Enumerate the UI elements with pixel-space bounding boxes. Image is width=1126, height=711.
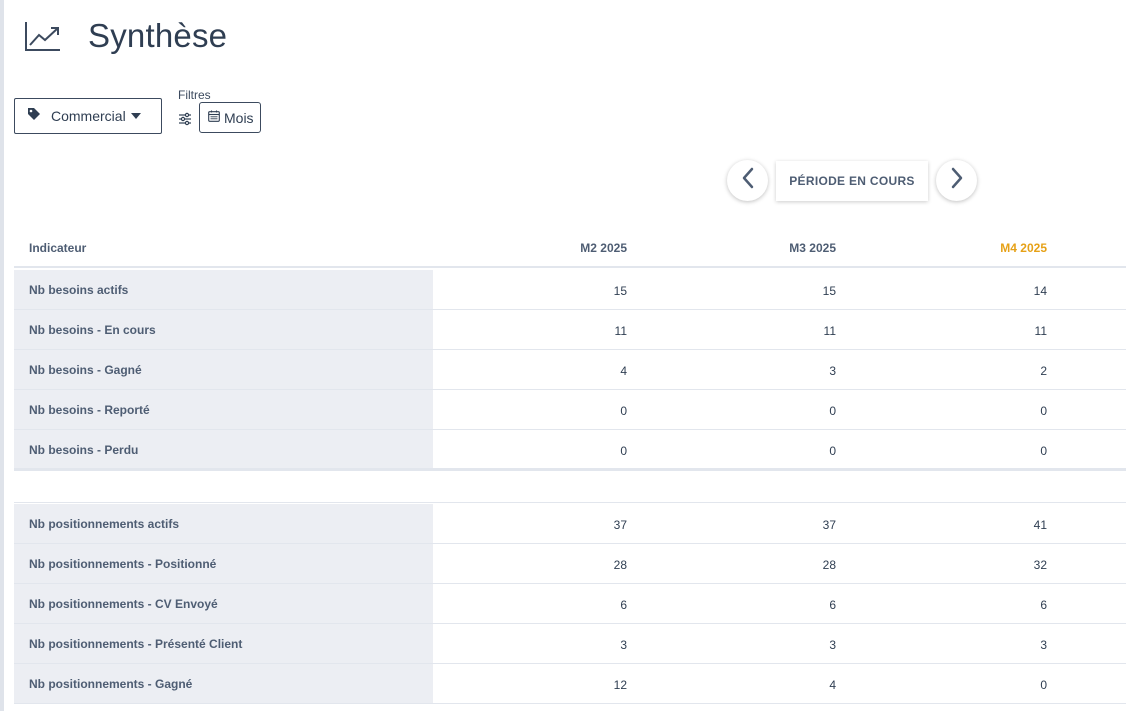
row-label: Nb positionnements - Positionné [14,544,433,583]
table-header: Indicateur M2 2025 M3 2025 M4 2025 [14,228,1126,268]
previous-period-button[interactable] [727,160,768,201]
cell-value: 32 [1033,558,1047,572]
commercial-dropdown-label: Commercial [51,108,126,124]
group-separator [14,502,1126,503]
current-period-button[interactable]: PÉRIODE EN COURS [776,161,928,201]
header-column-m3: M3 2025 [789,241,836,255]
row-label: Nb besoins - En cours [14,310,433,349]
table-row: Nb positionnements - Gagné 12 4 0 [14,664,1126,704]
cell-value: 6 [1040,598,1047,612]
filters-label: Filtres [178,88,211,102]
cell-value: 0 [1040,444,1047,458]
calendar-icon [208,109,220,127]
table-row: Nb positionnements - Présenté Client 3 3… [14,624,1126,664]
chevron-right-icon [950,167,964,194]
sliders-icon[interactable] [178,112,192,126]
month-filter-label: Mois [224,109,254,126]
table-row: Nb positionnements - Positionné 28 28 32 [14,544,1126,584]
table-row: Nb besoins - En cours 11 11 11 [14,310,1126,350]
page-title: Synthèse [88,17,228,54]
commercial-dropdown-button[interactable]: Commercial [14,98,162,134]
row-label: Nb positionnements actifs [14,504,433,543]
cell-value: 6 [829,598,836,612]
table-row: Nb besoins - Perdu 0 0 0 [14,430,1126,470]
cell-value: 12 [613,678,627,692]
cell-value: 15 [822,284,836,298]
chevron-left-icon [741,167,755,194]
cell-value: 0 [829,444,836,458]
row-label: Nb positionnements - CV Envoyé [14,584,433,623]
table-row: Nb positionnements actifs 37 37 41 [14,504,1126,544]
next-period-button[interactable] [936,160,977,201]
cell-value: 0 [620,404,627,418]
cell-value: 37 [613,518,627,532]
cell-value: 11 [614,324,627,338]
month-filter-button[interactable]: Mois [199,102,261,133]
row-label: Nb besoins - Gagné [14,350,433,389]
cell-value: 3 [620,638,627,652]
cell-value: 2 [1040,364,1047,378]
cell-value: 37 [822,518,836,532]
header-column-m2: M2 2025 [580,241,627,255]
group-separator [14,468,1126,471]
cell-value: 4 [620,364,627,378]
cell-value: 15 [613,284,627,298]
positionnements-group: Nb positionnements actifs 37 37 41 Nb po… [14,504,1126,704]
table-row: Nb besoins - Gagné 4 3 2 [14,350,1126,390]
row-label: Nb besoins - Perdu [14,430,433,469]
row-label: Nb positionnements - Présenté Client [14,624,433,663]
cell-value: 28 [822,558,836,572]
cell-value: 0 [620,444,627,458]
table-row: Nb positionnements - CV Envoyé 6 6 6 [14,584,1126,624]
cell-value: 0 [1040,404,1047,418]
row-label: Nb besoins - Reporté [14,390,433,429]
cell-value: 14 [1033,284,1047,298]
cell-value: 6 [620,598,627,612]
cell-value: 0 [1040,678,1047,692]
header-column-m4-current: M4 2025 [1000,241,1047,255]
row-label: Nb positionnements - Gagné [14,664,433,703]
cell-value: 3 [1040,638,1047,652]
cell-value: 28 [613,558,627,572]
cell-value: 3 [829,364,836,378]
trending-chart-icon [24,18,62,54]
left-edge-shadow [0,0,4,711]
caret-down-icon [130,113,141,119]
tag-icon [27,107,41,126]
cell-value: 0 [829,404,836,418]
header-indicator: Indicateur [29,241,87,255]
row-label: Nb besoins actifs [14,270,433,309]
cell-value: 11 [1034,324,1047,338]
besoins-group: Nb besoins actifs 15 15 14 Nb besoins - … [14,270,1126,470]
cell-value: 3 [829,638,836,652]
table-row: Nb besoins - Reporté 0 0 0 [14,390,1126,430]
cell-value: 11 [823,324,836,338]
table-row: Nb besoins actifs 15 15 14 [14,270,1126,310]
page-header: Synthèse [24,14,227,58]
cell-value: 41 [1033,518,1047,532]
cell-value: 4 [829,678,836,692]
